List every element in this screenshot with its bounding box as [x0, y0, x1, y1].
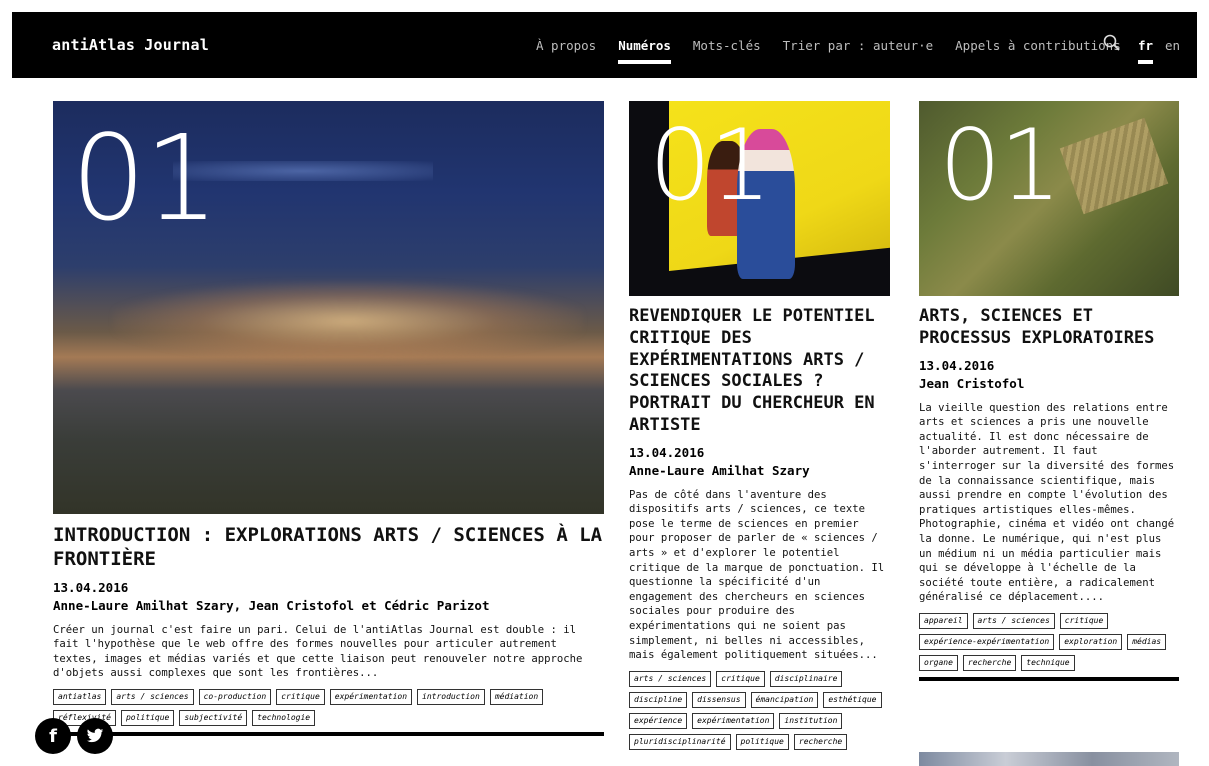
tag[interactable]: exploration — [1059, 634, 1123, 651]
article-authors[interactable]: Jean Cristofol — [919, 376, 1179, 391]
article-date: 13.04.2016 — [53, 579, 129, 595]
tag[interactable]: expérience-expérimentation — [919, 634, 1055, 651]
tag[interactable]: médiation — [489, 688, 544, 705]
tag[interactable]: critique — [1059, 613, 1109, 630]
article-title[interactable]: REVENDIQUER LE POTENTIEL CRITIQUE DES EX… — [629, 306, 890, 437]
site-logo-link[interactable]: antiAtlas Journal — [52, 36, 209, 54]
top-navigation-bar: antiAtlas Journal À propos Numéros Mots-… — [12, 12, 1197, 78]
article-image[interactable]: 01 — [629, 101, 890, 296]
tag[interactable]: pluridisciplinarité — [629, 733, 731, 750]
article-authors[interactable]: Anne-Laure Amilhat Szary — [629, 463, 890, 478]
article-excerpt: La vieille question des relations entre … — [919, 401, 1175, 604]
article-date: 13.04.2016 — [919, 357, 995, 373]
nav-item-a-propos[interactable]: À propos — [536, 38, 596, 53]
article-card: 01 REVENDIQUER LE POTENTIEL CRITIQUE DES… — [629, 101, 890, 750]
nav-item-numeros[interactable]: Numéros — [618, 38, 671, 64]
tag[interactable]: expérience — [629, 712, 688, 729]
article-excerpt: Pas de côté dans l'aventure des disposit… — [629, 488, 885, 662]
tag[interactable]: organe — [919, 655, 958, 672]
tag[interactable]: émancipation — [750, 691, 819, 708]
tag[interactable]: politique — [120, 709, 175, 726]
article-title[interactable]: ARTS, SCIENCES ET PROCESSUS EXPLORATOIRE… — [919, 306, 1179, 350]
article-title[interactable]: INTRODUCTION : EXPLORATIONS ARTS / SCIEN… — [53, 524, 604, 572]
article-excerpt: Créer un journal c'est faire un pari. Ce… — [53, 623, 583, 680]
card-divider — [53, 731, 604, 736]
nav-item-trier-par-auteur[interactable]: Trier par : auteur·e — [783, 38, 934, 53]
tag[interactable]: antiatlas — [53, 688, 107, 705]
article-date: 13.04.2016 — [629, 444, 705, 460]
facebook-icon[interactable]: f — [35, 718, 71, 754]
tag[interactable]: médias — [1127, 634, 1167, 651]
image-field — [1059, 117, 1169, 215]
main-nav: À propos Numéros Mots-clés Trier par : a… — [536, 38, 1143, 64]
issue-number: 01 — [939, 109, 1062, 223]
tag[interactable]: co-production — [198, 688, 272, 705]
tag[interactable]: introduction — [417, 688, 485, 705]
tag[interactable]: expérimentation — [329, 688, 413, 705]
tag-list: appareil arts / sciences critique expéri… — [919, 613, 1179, 672]
issue-number: 01 — [71, 109, 219, 247]
tag[interactable]: disciplinaire — [769, 670, 843, 687]
tag[interactable]: recherche — [793, 733, 848, 750]
tag[interactable]: critique — [276, 688, 325, 705]
tag[interactable]: critique — [716, 670, 765, 687]
article-image[interactable]: 01 — [53, 101, 604, 514]
tag[interactable]: dissensus — [692, 691, 746, 708]
article-image[interactable] — [919, 752, 1179, 766]
tag[interactable]: arts / sciences — [111, 688, 194, 705]
tag[interactable]: subjectivité — [179, 709, 248, 726]
tag[interactable]: technologie — [252, 709, 316, 726]
tag[interactable]: expérimentation — [692, 712, 775, 729]
nav-item-appels-contributions[interactable]: Appels à contributions — [955, 38, 1121, 53]
article-card: 01 INTRODUCTION : EXPLORATIONS ARTS / SC… — [53, 101, 604, 736]
tag-list: antiatlas arts / sciences co-production … — [53, 688, 604, 726]
article-card: 01 ARTS, SCIENCES ET PROCESSUS EXPLORATO… — [919, 101, 1179, 682]
language-en-link[interactable]: en — [1165, 38, 1180, 53]
tag[interactable]: recherche — [962, 655, 1017, 672]
tag[interactable]: discipline — [629, 691, 688, 708]
search-icon[interactable] — [1103, 34, 1121, 52]
card-divider — [919, 677, 1179, 682]
issue-number: 01 — [649, 109, 772, 223]
tag-list: arts / sciences critique disciplinaire d… — [629, 670, 890, 750]
tag[interactable]: arts / sciences — [972, 613, 1055, 630]
language-fr-link[interactable]: fr — [1138, 38, 1154, 64]
nav-item-mots-cles[interactable]: Mots-clés — [693, 38, 761, 53]
image-highlight — [113, 281, 583, 361]
tag[interactable]: technique — [1021, 655, 1075, 672]
tag[interactable]: esthétique — [823, 691, 882, 708]
tag[interactable]: appareil — [919, 613, 968, 630]
tag[interactable]: arts / sciences — [629, 670, 712, 687]
twitter-icon[interactable] — [77, 718, 113, 754]
tag[interactable]: politique — [735, 733, 789, 750]
article-authors[interactable]: Anne-Laure Amilhat Szary, Jean Cristofol… — [53, 598, 604, 613]
article-image[interactable]: 01 — [919, 101, 1179, 296]
tag[interactable]: institution — [779, 712, 843, 729]
